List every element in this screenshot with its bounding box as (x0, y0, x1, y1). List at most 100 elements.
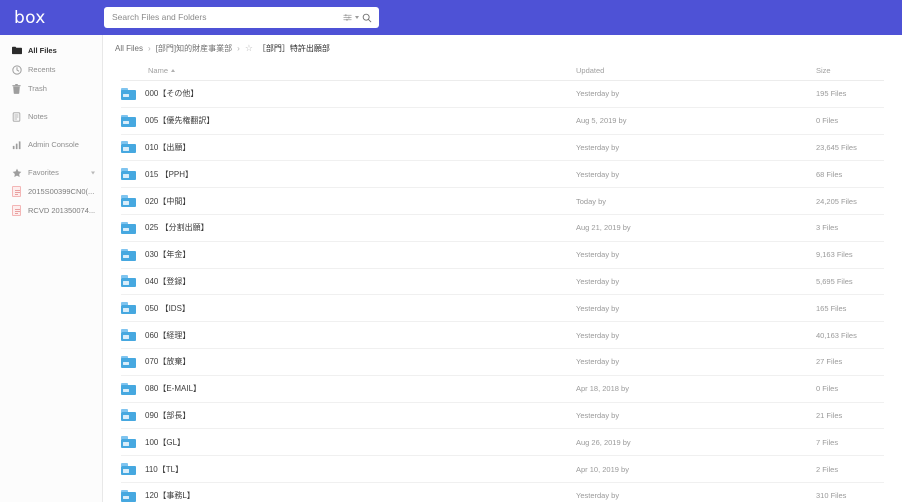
file-name-cell[interactable]: 060【経理】 (121, 329, 576, 342)
sliders-icon[interactable] (343, 13, 352, 22)
chevron-down-icon[interactable] (91, 171, 95, 174)
table-row[interactable]: 060【経理】 Yesterday by 40,163 Files (121, 322, 884, 349)
folder-icon (121, 248, 136, 261)
table-row[interactable]: 020【中間】 Today by 24,205 Files (121, 188, 884, 215)
folder-icon (121, 275, 136, 288)
table-row[interactable]: 080【E-MAIL】 Apr 18, 2018 by 0 Files (121, 376, 884, 403)
search-bar[interactable] (104, 7, 379, 28)
sidebar-item-label: Favorites (28, 168, 59, 177)
table-row[interactable]: 010【出願】 Yesterday by 23,645 Files (121, 135, 884, 162)
file-size-cell: 27 Files (816, 357, 843, 367)
file-name-cell[interactable]: 120【事務L】 (121, 489, 576, 502)
file-size-cell: 21 Files (816, 410, 843, 420)
file-name-cell[interactable]: 080【E-MAIL】 (121, 382, 576, 395)
column-header-updated[interactable]: Updated (576, 66, 816, 75)
sidebar-item-notes[interactable]: Notes (0, 107, 102, 126)
table-row[interactable]: 040【登録】 Yesterday by 5,695 Files (121, 269, 884, 296)
table-row[interactable]: 100【GL】 Aug 26, 2019 by 7 Files (121, 429, 884, 457)
file-table: Name Updated Size 000【その他】 Yesterday by 19… (103, 61, 902, 502)
file-size-cell: 9,163 Files (816, 250, 853, 260)
file-name-cell[interactable]: 030【年金】 (121, 248, 576, 261)
file-name-cell[interactable]: 070【放棄】 (121, 355, 576, 368)
folder-icon (121, 168, 136, 181)
file-name-label: 020【中間】 (145, 196, 191, 206)
sidebar-item-label: Trash (28, 84, 47, 93)
table-row[interactable]: 030【年金】 Yesterday by 9,163 Files (121, 242, 884, 269)
sidebar-item-label: Recents (28, 65, 56, 74)
file-updated-cell: Apr 10, 2019 by (576, 464, 629, 474)
file-updated-cell: Yesterday by (576, 303, 620, 313)
sidebar-item-favorites[interactable]: Favorites (0, 163, 102, 182)
file-name-cell[interactable]: 090【部長】 (121, 409, 576, 422)
file-name-label: 090【部長】 (145, 410, 191, 420)
sidebar-favorite-file-1[interactable]: 2015S00399CN0(... (0, 182, 102, 201)
sidebar-item-label: All Files (28, 46, 57, 55)
file-size-cell: 0 Files (816, 384, 839, 394)
file-name-cell[interactable]: 100【GL】 (121, 436, 576, 449)
folder-icon (11, 46, 22, 55)
file-name-cell[interactable]: 110【TL】 (121, 463, 576, 476)
file-name-label: 070【放棄】 (145, 357, 191, 367)
column-header-size[interactable]: Size (816, 66, 884, 75)
file-updated-cell: Yesterday by (576, 250, 620, 260)
file-name-cell[interactable]: 050 【IDS】 (121, 302, 576, 315)
sidebar-item-label: Admin Console (28, 140, 79, 149)
file-name-cell[interactable]: 040【登録】 (121, 275, 576, 288)
sidebar-item-trash[interactable]: Trash (0, 79, 102, 98)
file-name-label: 110【TL】 (145, 464, 184, 474)
table-row[interactable]: 000【その他】 Yesterday by 195 Files (121, 81, 884, 108)
file-size-cell: 2 Files (816, 464, 839, 474)
folder-icon (121, 463, 136, 476)
breadcrumb-item-parent[interactable]: [部門]知的財産事業部 (156, 43, 232, 54)
column-header-name[interactable]: Name (121, 66, 576, 75)
file-name-cell[interactable]: 025 【分割出願】 (121, 221, 576, 234)
file-name-label: 000【その他】 (145, 89, 199, 99)
file-updated-cell: Today by (576, 196, 607, 206)
file-name-label: 080【E-MAIL】 (145, 384, 202, 394)
table-row[interactable]: 070【放棄】 Yesterday by 27 Files (121, 349, 884, 376)
box-logo[interactable]: box (0, 8, 110, 28)
file-updated-cell: Apr 18, 2018 by (576, 384, 629, 394)
file-name-cell[interactable]: 005【優先権翻訳】 (121, 114, 576, 127)
star-icon (11, 168, 22, 178)
file-name-label: 050 【IDS】 (145, 303, 190, 313)
sidebar-divider-spacer-3 (0, 154, 102, 163)
sidebar-item-all-files[interactable]: All Files (0, 41, 102, 60)
file-name-label: 060【経理】 (145, 330, 191, 340)
file-name-label: 005【優先権翻訳】 (145, 116, 215, 126)
sidebar-item-admin-console[interactable]: Admin Console (0, 135, 102, 154)
file-name-cell[interactable]: 015 【PPH】 (121, 168, 576, 181)
file-name-label: 120【事務L】 (145, 491, 195, 501)
table-body: 000【その他】 Yesterday by 195 Files 005【優先権翻訳】 A… (121, 81, 884, 502)
file-name-cell[interactable]: 010【出願】 (121, 141, 576, 154)
search-input[interactable] (104, 8, 343, 27)
table-row[interactable]: 050 【IDS】 Yesterday by 165 Files (121, 295, 884, 323)
sidebar-item-recents[interactable]: Recents (0, 60, 102, 79)
table-row[interactable]: 025 【分割出願】 Aug 21, 2019 by 3 Files (121, 215, 884, 242)
file-size-cell: 24,205 Files (816, 196, 857, 206)
file-size-cell: 5,695 Files (816, 276, 853, 286)
file-name-cell[interactable]: 000【その他】 (121, 87, 576, 100)
file-name-cell[interactable]: 020【中間】 (121, 195, 576, 208)
table-row[interactable]: 005【優先権翻訳】 Aug 5, 2019 by 0 Files (121, 108, 884, 135)
sidebar-favorite-file-2[interactable]: RCVD 201350074... (0, 201, 102, 220)
sort-asc-icon[interactable] (171, 69, 176, 72)
sidebar-favorite-label: 2015S00399CN0(... (28, 187, 95, 196)
search-icon[interactable] (362, 13, 372, 23)
file-updated-cell: Yesterday by (576, 491, 620, 501)
table-row[interactable]: 015 【PPH】 Yesterday by 68 Files (121, 161, 884, 189)
file-name-label: 030【年金】 (145, 250, 191, 260)
file-size-cell: 7 Files (816, 437, 839, 447)
bar-chart-icon (11, 140, 22, 150)
notes-icon (11, 111, 22, 122)
file-size-cell: 165 Files (816, 303, 847, 313)
file-updated-cell: Yesterday by (576, 89, 620, 99)
star-outline-icon[interactable]: ☆ (245, 43, 253, 53)
table-row[interactable]: 110【TL】 Apr 10, 2019 by 2 Files (121, 456, 884, 483)
file-name-label: 100【GL】 (145, 437, 186, 447)
table-row[interactable]: 090【部長】 Yesterday by 21 Files (121, 403, 884, 430)
table-row[interactable]: 120【事務L】 Yesterday by 310 Files (121, 483, 884, 502)
file-size-cell: 3 Files (816, 223, 839, 233)
chevron-down-icon[interactable] (355, 16, 359, 19)
breadcrumb-item-all-files[interactable]: All Files (115, 44, 143, 53)
